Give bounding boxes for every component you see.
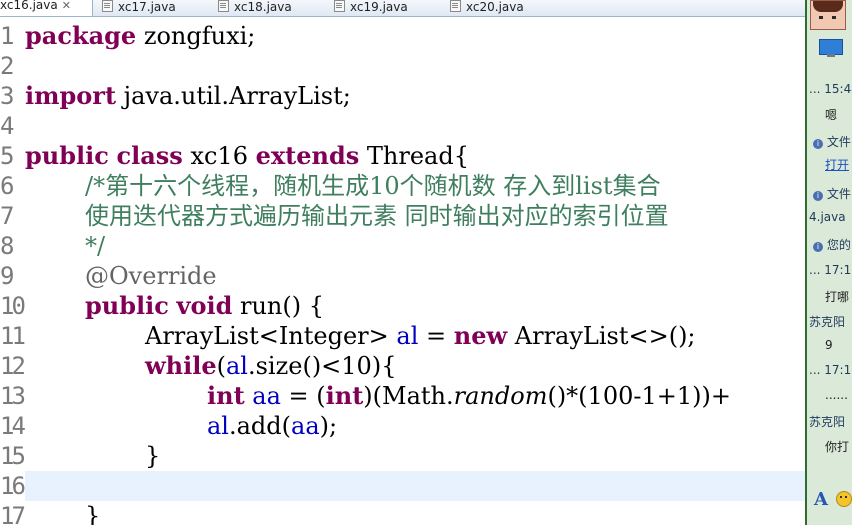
chat-message: ...... (825, 388, 848, 402)
code-line-8-comment: */ (85, 232, 106, 260)
line-number: 13 (0, 382, 26, 410)
chat-message: 打哪 (825, 290, 850, 304)
line-number: 6 (0, 172, 14, 200)
line-number: 2 (0, 52, 14, 80)
info-icon: i (813, 191, 823, 201)
code-line-9-annotation: @Override (85, 262, 217, 290)
code-line-10: public void run() { (85, 291, 324, 320)
file-transfer-row: i 文件 (813, 185, 851, 202)
code-line-1: package zongfuxi; (25, 21, 256, 50)
code-line-6-comment: /*第十六个线程，随机生成10个随机数 存入到list集合 (85, 172, 661, 200)
tab-label: xc17.java (118, 0, 176, 14)
code-line-5: public class xc16 extends Thread{ (25, 141, 469, 170)
code-line-17: } (85, 502, 101, 525)
line-number: 9 (0, 262, 14, 290)
emoji-icon[interactable] (836, 491, 852, 507)
code-line-15: } (145, 442, 161, 470)
code-editor[interactable]: 1 2 3 4 5 6 7 8 9 10 11 12 13 14 15 16 1… (0, 17, 805, 525)
line-number: 4 (0, 112, 14, 140)
java-file-icon (334, 0, 345, 12)
line-number: 10 (0, 292, 26, 320)
code-area[interactable]: package zongfuxi; import java.util.Array… (25, 17, 805, 525)
chat-panel: ... 15:44 嗯 i 文件 打开 i 文件 4.java i 您的 ...… (805, 0, 852, 525)
code-line-13: int aa = (int)(Math.random()*(100-1+1))+ (207, 381, 731, 410)
editor-tab-bar: xc16.java ✕ xc17.java xc18.java xc19.java… (0, 0, 805, 17)
chat-timestamp: ... 17:18 (809, 363, 852, 377)
line-number: 5 (0, 142, 14, 170)
line-number: 12 (0, 352, 26, 380)
line-number: 14 (0, 412, 26, 440)
chat-sender: 苏克阳 (809, 415, 846, 429)
java-file-icon (218, 0, 229, 12)
file-name: 4.java (809, 210, 846, 224)
current-line-highlight[interactable] (25, 471, 805, 501)
tab-xc16[interactable]: xc16.java ✕ (0, 0, 93, 16)
code-line-11: ArrayList<Integer> al = new ArrayList<>(… (145, 321, 696, 350)
code-line-7-comment: 使用迭代器方式遍历输出元素 同时输出对应的索引位置 (85, 202, 669, 230)
close-tab-icon[interactable]: ✕ (62, 0, 71, 12)
tab-label: xc19.java (350, 0, 408, 14)
line-number: 16 (0, 472, 26, 500)
line-number: 11 (0, 322, 26, 350)
open-file-link[interactable]: 打开 (825, 156, 849, 173)
info-icon: i (813, 139, 823, 149)
file-transfer-row: i 文件 (813, 133, 851, 150)
monitor-icon[interactable] (819, 39, 843, 57)
line-number: 17 (0, 502, 26, 525)
font-settings-button[interactable]: A (814, 489, 828, 510)
info-icon: i (813, 242, 823, 252)
chat-sender: 苏克阳 (809, 315, 846, 329)
tab-label: xc18.java (234, 0, 292, 14)
chat-timestamp: ... 17:18 (809, 263, 852, 277)
code-line-12: while(al.size()<10){ (145, 351, 397, 380)
line-number: 15 (0, 442, 26, 470)
tab-xc18[interactable]: xc18.java (218, 0, 292, 16)
chat-message: 嗯 (825, 108, 838, 122)
user-avatar[interactable] (810, 0, 846, 30)
chat-message: 你打 (825, 440, 850, 454)
tab-label: xc20.java (466, 0, 524, 14)
line-number: 1 (0, 22, 14, 50)
tab-label: xc16.java (0, 0, 58, 12)
line-number: 8 (0, 232, 14, 260)
code-line-3: import java.util.ArrayList; (25, 81, 351, 110)
line-number: 7 (0, 202, 14, 230)
java-file-icon (450, 0, 461, 12)
java-file-icon (102, 0, 113, 12)
notice-row: i 您的 (813, 236, 851, 253)
line-number-gutter: 1 2 3 4 5 6 7 8 9 10 11 12 13 14 15 16 1… (0, 17, 26, 525)
line-number: 3 (0, 82, 14, 110)
chat-message: 9 (825, 338, 833, 352)
code-line-14: al.add(aa); (207, 412, 338, 440)
tab-xc19[interactable]: xc19.java (334, 0, 408, 16)
tab-xc17[interactable]: xc17.java (102, 0, 176, 16)
tab-xc20[interactable]: xc20.java (450, 0, 524, 16)
chat-timestamp: ... 15:44 (809, 82, 852, 96)
